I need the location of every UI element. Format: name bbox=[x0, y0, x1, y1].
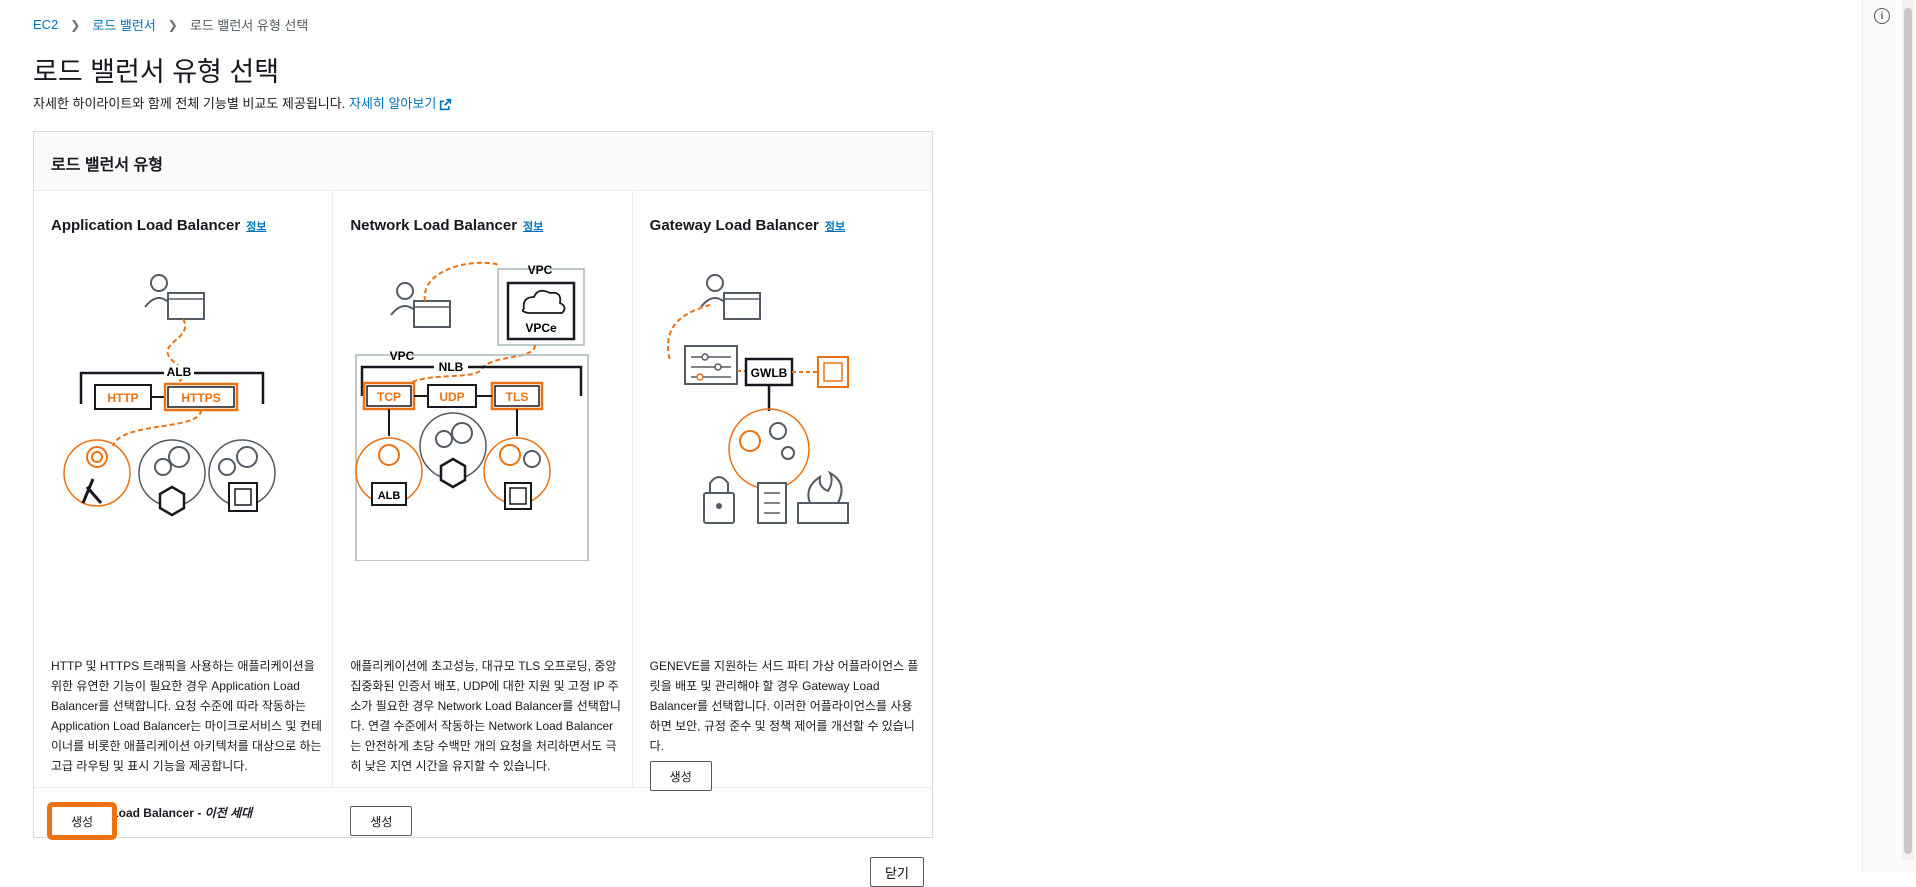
card-title: Network Load Balancer 정보 bbox=[350, 217, 543, 234]
user-icon bbox=[699, 274, 761, 320]
close-button[interactable]: 닫기 bbox=[870, 857, 924, 887]
info-icon[interactable]: i bbox=[1874, 8, 1890, 24]
subtitle-text: 자세한 하이라이트와 함께 전체 기능별 비교도 제공됩니다. bbox=[33, 96, 346, 111]
chevron-right-icon: ❯ bbox=[167, 17, 178, 32]
card-network-load-balancer: Network Load Balancer 정보 VPC VPCe VPC NL… bbox=[333, 191, 633, 836]
classic-load-balancer-expander[interactable]: ▶ Classic Load Balancer - 이전 세대 bbox=[34, 788, 932, 837]
card-description: GENEVE를 지원하는 서드 파티 가상 어플라이언스 플릿을 배포 및 관리… bbox=[649, 659, 919, 753]
user-icon bbox=[144, 274, 205, 320]
card-description: HTTP 및 HTTPS 트래픽을 사용하는 애플리케이션을 위한 유연한 기능… bbox=[51, 659, 322, 773]
nlb-diagram: VPC VPCe VPC NLB TCP UDP TLS ALB bbox=[355, 261, 590, 561]
page-title: 로드 밸런서 유형 선택 bbox=[33, 57, 280, 87]
learn-more-link[interactable]: 자세히 알아보기 bbox=[349, 96, 452, 111]
external-link-icon bbox=[440, 98, 452, 111]
http-label: HTTP bbox=[107, 391, 138, 405]
info-link[interactable]: 정보 bbox=[825, 221, 845, 233]
udp-label: UDP bbox=[440, 390, 465, 404]
card-description: 애플리케이션에 초고성능, 대규모 TLS 오프로딩, 중앙 집중화된 인증서 … bbox=[350, 659, 621, 773]
main-content: EC2 ❯ 로드 밸런서 ❯ 로드 밸런서 유형 선택 로드 밸런서 유형 선택… bbox=[0, 0, 1862, 887]
alb-target-label: ALB bbox=[378, 490, 401, 502]
info-link[interactable]: 정보 bbox=[523, 221, 543, 233]
breadcrumb: EC2 ❯ 로드 밸런서 ❯ 로드 밸런서 유형 선택 bbox=[33, 15, 308, 34]
user-icon bbox=[390, 282, 452, 328]
breadcrumb-ec2[interactable]: EC2 bbox=[33, 17, 58, 32]
alb-label: ALB bbox=[167, 365, 192, 379]
vpc-label: VPC bbox=[390, 349, 415, 363]
classic-suffix: 이전 세대 bbox=[204, 806, 253, 820]
create-gwlb-button[interactable]: 생성 bbox=[649, 761, 712, 791]
card-application-load-balancer: Application Load Balancer 정보 ALB HTTP HT… bbox=[34, 191, 334, 836]
chevron-right-icon: ❯ bbox=[70, 17, 81, 32]
card-title: Application Load Balancer 정보 bbox=[51, 217, 266, 234]
gwlb-diagram: GWLB bbox=[666, 274, 849, 524]
create-alb-button[interactable]: 생성 bbox=[51, 806, 114, 836]
nlb-label: NLB bbox=[439, 360, 464, 374]
card-gateway-load-balancer: Gateway Load Balancer 정보 GWLB GENEVE를 지원… bbox=[633, 191, 932, 791]
tls-label: TLS bbox=[506, 390, 529, 404]
info-link[interactable]: 정보 bbox=[246, 221, 266, 233]
card-title-text: Network Load Balancer bbox=[350, 217, 518, 234]
vpc-top-label: VPC bbox=[528, 263, 553, 277]
card-title-text: Gateway Load Balancer bbox=[649, 217, 819, 234]
gwlb-label: GWLB bbox=[750, 366, 787, 380]
breadcrumb-load-balancers[interactable]: 로드 밸런서 bbox=[92, 15, 155, 34]
load-balancer-types-panel: 로드 밸런서 유형 Application Load Balancer 정보 A… bbox=[33, 131, 933, 838]
panel-header: 로드 밸런서 유형 bbox=[34, 132, 932, 191]
scrollbar-thumb[interactable] bbox=[1904, 8, 1912, 854]
alb-diagram: ALB HTTP HTTPS bbox=[63, 274, 276, 517]
https-label: HTTPS bbox=[181, 391, 220, 405]
create-nlb-button[interactable]: 생성 bbox=[350, 806, 413, 836]
card-title: Gateway Load Balancer 정보 bbox=[650, 217, 845, 234]
card-title-text: Application Load Balancer bbox=[51, 217, 241, 234]
page-subtitle: 자세한 하이라이트와 함께 전체 기능별 비교도 제공됩니다. 자세히 알아보기 bbox=[33, 93, 452, 112]
breadcrumb-current: 로드 밸런서 유형 선택 bbox=[189, 18, 309, 33]
vpce-label: VPCe bbox=[526, 321, 558, 335]
tcp-label: TCP bbox=[377, 390, 401, 404]
learn-more-label: 자세히 알아보기 bbox=[348, 96, 437, 111]
